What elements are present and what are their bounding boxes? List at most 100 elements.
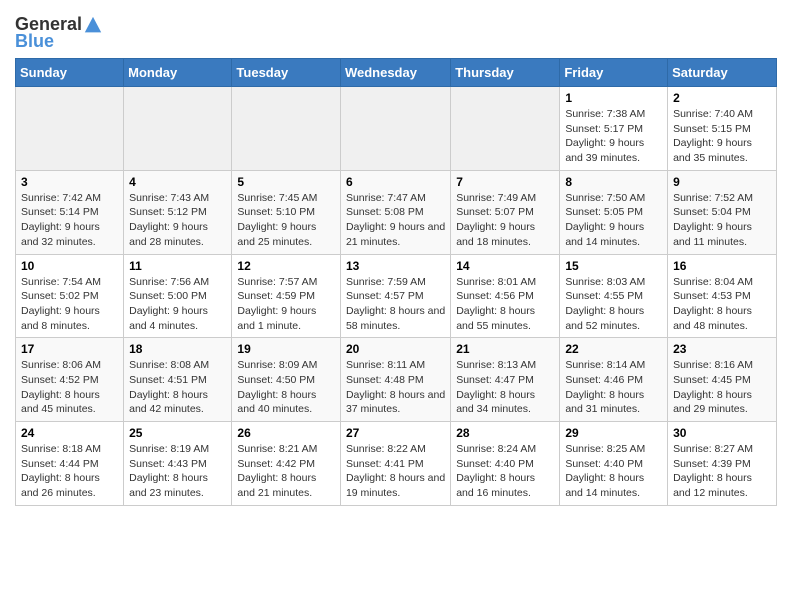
calendar-cell: 3 Sunrise: 7:42 AM Sunset: 5:14 PM Daylig… — [16, 170, 124, 254]
day-detail: Sunrise: 7:47 AM Sunset: 5:08 PM Dayligh… — [346, 192, 445, 248]
calendar-cell — [16, 87, 124, 171]
day-number: 8 — [565, 175, 662, 189]
day-detail: Sunrise: 7:56 AM Sunset: 5:00 PM Dayligh… — [129, 276, 209, 332]
calendar-cell: 14 Sunrise: 8:01 AM Sunset: 4:56 PM Dayli… — [451, 254, 560, 338]
day-number: 30 — [673, 426, 771, 440]
day-detail: Sunrise: 8:21 AM Sunset: 4:42 PM Dayligh… — [237, 443, 317, 499]
day-detail: Sunrise: 8:04 AM Sunset: 4:53 PM Dayligh… — [673, 276, 753, 332]
calendar-cell: 18 Sunrise: 8:08 AM Sunset: 4:51 PM Dayli… — [124, 338, 232, 422]
day-number: 1 — [565, 91, 662, 105]
calendar-cell — [232, 87, 341, 171]
day-number: 5 — [237, 175, 335, 189]
day-detail: Sunrise: 7:54 AM Sunset: 5:02 PM Dayligh… — [21, 276, 101, 332]
col-header-thursday: Thursday — [451, 59, 560, 87]
calendar-cell: 22 Sunrise: 8:14 AM Sunset: 4:46 PM Dayli… — [560, 338, 668, 422]
day-number: 7 — [456, 175, 554, 189]
calendar-cell: 1Sunrise: 7:38 AM Sunset: 5:17 PM Daylig… — [560, 87, 668, 171]
day-number: 25 — [129, 426, 226, 440]
day-detail: Sunrise: 8:03 AM Sunset: 4:55 PM Dayligh… — [565, 276, 645, 332]
day-number: 21 — [456, 342, 554, 356]
day-number: 10 — [21, 259, 118, 273]
day-detail: Sunrise: 7:42 AM Sunset: 5:14 PM Dayligh… — [21, 192, 101, 248]
calendar-cell: 8 Sunrise: 7:50 AM Sunset: 5:05 PM Daylig… — [560, 170, 668, 254]
day-number: 19 — [237, 342, 335, 356]
day-detail: Sunrise: 8:13 AM Sunset: 4:47 PM Dayligh… — [456, 359, 536, 415]
day-number: 14 — [456, 259, 554, 273]
day-detail: Sunrise: 8:25 AM Sunset: 4:40 PM Dayligh… — [565, 443, 645, 499]
day-detail: Sunrise: 8:22 AM Sunset: 4:41 PM Dayligh… — [346, 443, 445, 499]
calendar-cell: 23 Sunrise: 8:16 AM Sunset: 4:45 PM Dayli… — [668, 338, 777, 422]
calendar-cell: 25 Sunrise: 8:19 AM Sunset: 4:43 PM Dayli… — [124, 422, 232, 506]
day-number: 20 — [346, 342, 445, 356]
day-number: 18 — [129, 342, 226, 356]
day-number: 9 — [673, 175, 771, 189]
week-row-3: 10 Sunrise: 7:54 AM Sunset: 5:02 PM Dayli… — [16, 254, 777, 338]
day-detail: Sunrise: 7:49 AM Sunset: 5:07 PM Dayligh… — [456, 192, 536, 248]
day-detail: Sunrise: 7:43 AM Sunset: 5:12 PM Dayligh… — [129, 192, 209, 248]
calendar-cell: 12Sunrise: 7:57 AM Sunset: 4:59 PM Dayli… — [232, 254, 341, 338]
day-detail: Sunrise: 8:24 AM Sunset: 4:40 PM Dayligh… — [456, 443, 536, 499]
day-number: 12 — [237, 259, 335, 273]
day-detail: Sunrise: 8:16 AM Sunset: 4:45 PM Dayligh… — [673, 359, 753, 415]
day-number: 24 — [21, 426, 118, 440]
calendar-cell: 4 Sunrise: 7:43 AM Sunset: 5:12 PM Daylig… — [124, 170, 232, 254]
week-row-4: 17Sunrise: 8:06 AM Sunset: 4:52 PM Dayli… — [16, 338, 777, 422]
col-header-friday: Friday — [560, 59, 668, 87]
calendar-cell: 10 Sunrise: 7:54 AM Sunset: 5:02 PM Dayli… — [16, 254, 124, 338]
calendar-cell — [340, 87, 450, 171]
calendar-cell: 27 Sunrise: 8:22 AM Sunset: 4:41 PM Dayli… — [340, 422, 450, 506]
day-number: 27 — [346, 426, 445, 440]
calendar-cell: 5Sunrise: 7:45 AM Sunset: 5:10 PM Daylig… — [232, 170, 341, 254]
day-number: 16 — [673, 259, 771, 273]
day-number: 29 — [565, 426, 662, 440]
col-header-saturday: Saturday — [668, 59, 777, 87]
day-number: 2 — [673, 91, 771, 105]
calendar-cell: 16 Sunrise: 8:04 AM Sunset: 4:53 PM Dayli… — [668, 254, 777, 338]
calendar-table: SundayMondayTuesdayWednesdayThursdayFrid… — [15, 58, 777, 506]
day-number: 22 — [565, 342, 662, 356]
day-number: 6 — [346, 175, 445, 189]
day-detail: Sunrise: 8:14 AM Sunset: 4:46 PM Dayligh… — [565, 359, 645, 415]
day-detail: Sunrise: 8:11 AM Sunset: 4:48 PM Dayligh… — [346, 359, 445, 415]
logo: General Blue — [15, 14, 102, 52]
calendar-cell: 17Sunrise: 8:06 AM Sunset: 4:52 PM Dayli… — [16, 338, 124, 422]
calendar-cell: 11Sunrise: 7:56 AM Sunset: 5:00 PM Dayli… — [124, 254, 232, 338]
calendar-cell: 26 Sunrise: 8:21 AM Sunset: 4:42 PM Dayli… — [232, 422, 341, 506]
day-number: 4 — [129, 175, 226, 189]
calendar-cell: 6 Sunrise: 7:47 AM Sunset: 5:08 PM Daylig… — [340, 170, 450, 254]
calendar-cell: 30Sunrise: 8:27 AM Sunset: 4:39 PM Dayli… — [668, 422, 777, 506]
logo-blue: Blue — [15, 31, 54, 52]
calendar-cell: 15 Sunrise: 8:03 AM Sunset: 4:55 PM Dayli… — [560, 254, 668, 338]
day-detail: Sunrise: 7:59 AM Sunset: 4:57 PM Dayligh… — [346, 276, 445, 332]
col-header-sunday: Sunday — [16, 59, 124, 87]
week-row-5: 24 Sunrise: 8:18 AM Sunset: 4:44 PM Dayli… — [16, 422, 777, 506]
day-detail: Sunrise: 8:19 AM Sunset: 4:43 PM Dayligh… — [129, 443, 209, 499]
calendar-cell: 2 Sunrise: 7:40 AM Sunset: 5:15 PM Daylig… — [668, 87, 777, 171]
calendar-cell: 20 Sunrise: 8:11 AM Sunset: 4:48 PM Dayli… — [340, 338, 450, 422]
calendar-cell: 7 Sunrise: 7:49 AM Sunset: 5:07 PM Daylig… — [451, 170, 560, 254]
calendar-cell: 9Sunrise: 7:52 AM Sunset: 5:04 PM Daylig… — [668, 170, 777, 254]
day-number: 3 — [21, 175, 118, 189]
day-detail: Sunrise: 7:40 AM Sunset: 5:15 PM Dayligh… — [673, 108, 753, 164]
day-detail: Sunrise: 8:01 AM Sunset: 4:56 PM Dayligh… — [456, 276, 536, 332]
calendar-cell: 21 Sunrise: 8:13 AM Sunset: 4:47 PM Dayli… — [451, 338, 560, 422]
day-number: 28 — [456, 426, 554, 440]
week-row-1: 1Sunrise: 7:38 AM Sunset: 5:17 PM Daylig… — [16, 87, 777, 171]
week-row-2: 3 Sunrise: 7:42 AM Sunset: 5:14 PM Daylig… — [16, 170, 777, 254]
day-detail: Sunrise: 8:18 AM Sunset: 4:44 PM Dayligh… — [21, 443, 101, 499]
day-detail: Sunrise: 8:09 AM Sunset: 4:50 PM Dayligh… — [237, 359, 317, 415]
calendar-cell — [451, 87, 560, 171]
day-number: 15 — [565, 259, 662, 273]
day-number: 23 — [673, 342, 771, 356]
logo-icon — [84, 16, 102, 34]
calendar-cell: 24 Sunrise: 8:18 AM Sunset: 4:44 PM Dayli… — [16, 422, 124, 506]
calendar-cell: 13Sunrise: 7:59 AM Sunset: 4:57 PM Dayli… — [340, 254, 450, 338]
calendar-cell — [124, 87, 232, 171]
page-header: General Blue — [15, 10, 777, 52]
col-header-wednesday: Wednesday — [340, 59, 450, 87]
day-number: 26 — [237, 426, 335, 440]
col-header-monday: Monday — [124, 59, 232, 87]
day-detail: Sunrise: 7:50 AM Sunset: 5:05 PM Dayligh… — [565, 192, 645, 248]
day-detail: Sunrise: 8:08 AM Sunset: 4:51 PM Dayligh… — [129, 359, 209, 415]
calendar-cell: 29 Sunrise: 8:25 AM Sunset: 4:40 PM Dayli… — [560, 422, 668, 506]
